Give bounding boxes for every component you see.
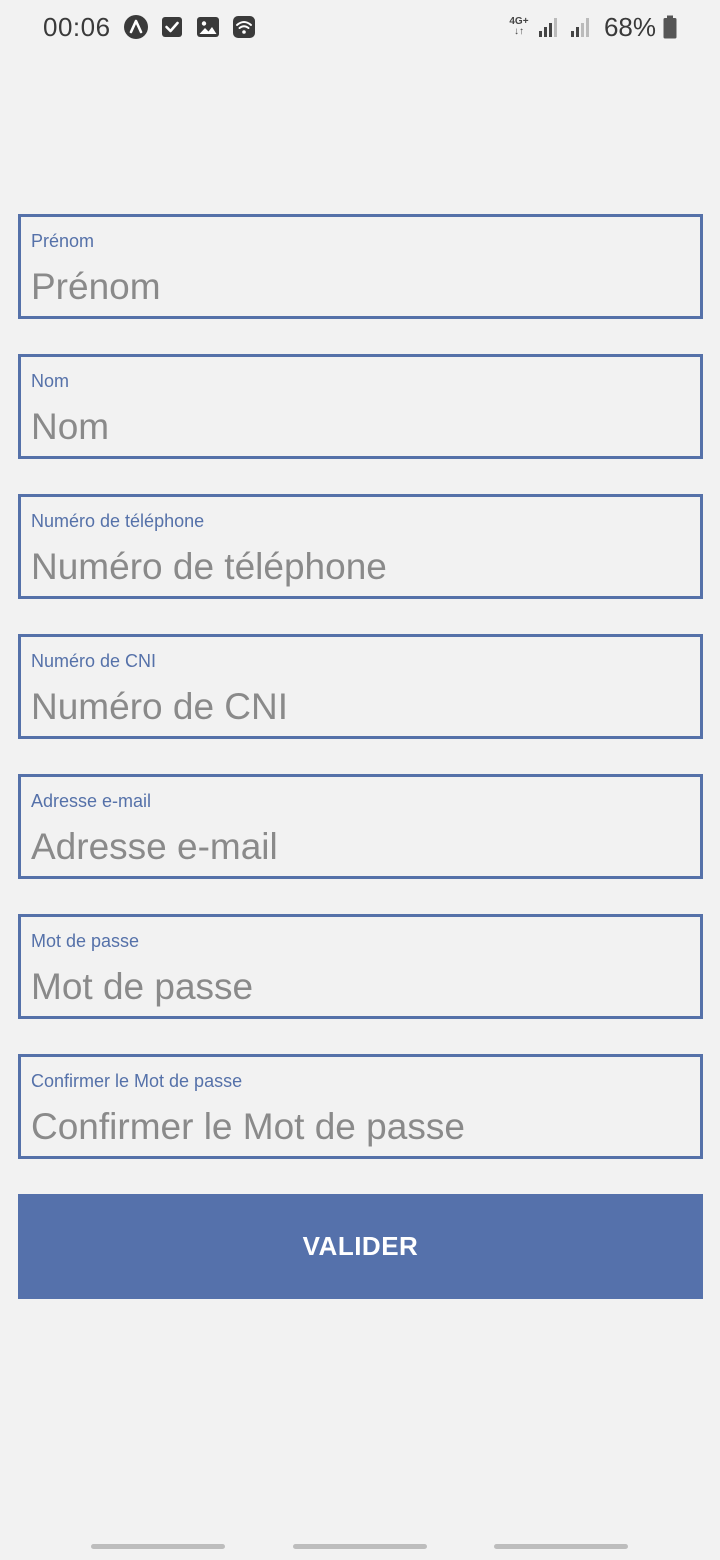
first-name-input[interactable] <box>31 263 691 311</box>
phone-label: Numéro de téléphone <box>31 511 205 531</box>
nav-handle-center[interactable] <box>293 1544 427 1549</box>
id-card-number-input[interactable] <box>31 683 691 731</box>
navigation-bar <box>0 1530 720 1560</box>
email-input[interactable] <box>31 823 691 871</box>
network-arrows-icon: ↓↑ <box>513 26 524 37</box>
id-card-number-label: Numéro de CNI <box>31 651 157 671</box>
id-card-number-field[interactable]: Numéro de CNI <box>18 634 703 739</box>
app-logo-icon <box>123 14 149 40</box>
registration-form: Prénom Nom Numéro de téléphone Numéro de… <box>18 214 703 1194</box>
clock: 00:06 <box>43 11 111 42</box>
last-name-label: Nom <box>31 371 70 391</box>
status-bar: 00:06 4G+ ↓↑ 68% <box>0 0 720 54</box>
last-name-field[interactable]: Nom <box>18 354 703 459</box>
password-label: Mot de passe <box>31 931 140 951</box>
password-input[interactable] <box>31 963 691 1011</box>
confirm-password-field[interactable]: Confirmer le Mot de passe <box>18 1054 703 1159</box>
email-label: Adresse e-mail <box>31 791 152 811</box>
phone-input[interactable] <box>31 543 691 591</box>
last-name-input[interactable] <box>31 403 691 451</box>
first-name-label: Prénom <box>31 231 95 251</box>
signal-strength-icon <box>536 14 562 40</box>
first-name-field[interactable]: Prénom <box>18 214 703 319</box>
checkbox-icon <box>159 14 185 40</box>
password-field[interactable]: Mot de passe <box>18 914 703 1019</box>
nav-handle-right[interactable] <box>494 1544 628 1549</box>
submit-button[interactable]: VALIDER <box>18 1194 703 1299</box>
email-field[interactable]: Adresse e-mail <box>18 774 703 879</box>
battery-icon <box>662 14 678 40</box>
confirm-password-label: Confirmer le Mot de passe <box>31 1071 243 1091</box>
wifi-icon <box>231 14 257 40</box>
status-bar-right: 4G+ ↓↑ 68% <box>508 10 678 44</box>
image-icon <box>195 14 221 40</box>
nav-handle-left[interactable] <box>91 1544 225 1549</box>
battery-percent: 68% <box>603 11 656 42</box>
network-type: 4G+ ↓↑ <box>508 17 530 37</box>
phone-field[interactable]: Numéro de téléphone <box>18 494 703 599</box>
confirm-password-input[interactable] <box>31 1103 691 1151</box>
signal-strength-icon-2 <box>568 14 594 40</box>
status-bar-left: 00:06 <box>43 10 257 44</box>
